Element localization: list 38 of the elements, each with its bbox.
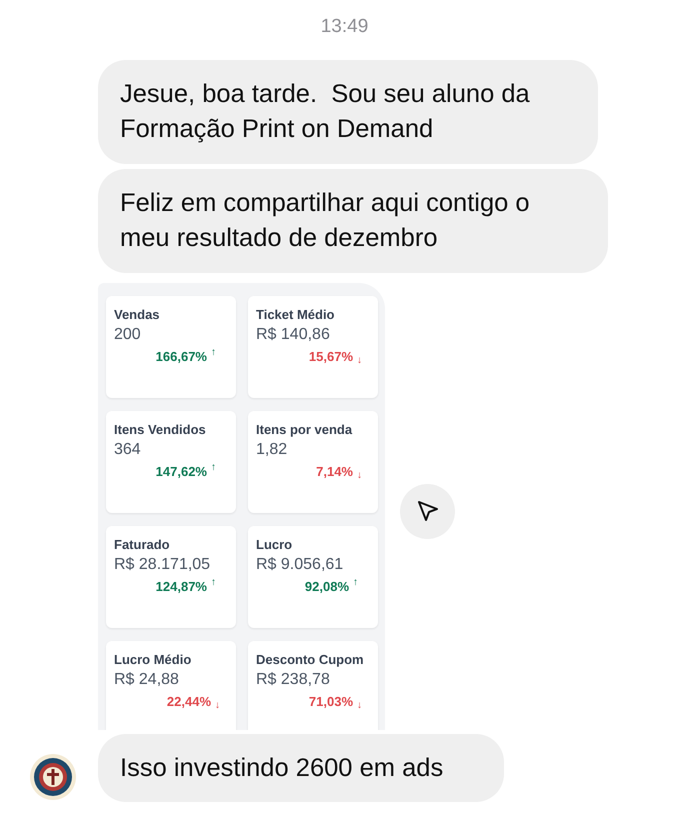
metric-value: 364 bbox=[114, 440, 142, 460]
metric-change: 147,62% bbox=[156, 462, 207, 480]
arrow-down-icon: ↓ bbox=[357, 356, 362, 366]
metric-change: 92,08% bbox=[304, 578, 349, 596]
metric-value: 1,82 bbox=[256, 440, 288, 460]
metric-value: R$ 140,86 bbox=[256, 324, 331, 344]
metric-value: R$ 9.056,61 bbox=[256, 554, 344, 574]
metric-value: 200 bbox=[114, 324, 142, 344]
metric-change: 7,14% bbox=[316, 462, 353, 480]
avatar-icon bbox=[30, 754, 76, 800]
metric-label: Ticket Médio bbox=[256, 306, 336, 324]
timestamp: 13:49 bbox=[320, 15, 368, 39]
metric-value: R$ 24,88 bbox=[114, 670, 180, 690]
metric-change: 22,44% bbox=[166, 692, 211, 710]
metric-label: Faturado bbox=[114, 536, 171, 554]
metric-label: Lucro bbox=[256, 536, 294, 554]
arrow-down-icon: ↓ bbox=[357, 470, 362, 480]
metric-change: 71,03% bbox=[308, 692, 353, 710]
metric-label: Itens por venda bbox=[256, 420, 354, 438]
arrow-up-icon: ↑ bbox=[211, 578, 216, 588]
metric-label: Itens Vendidos bbox=[114, 420, 207, 438]
metric-change: 166,67% bbox=[156, 348, 207, 366]
metric-change: 124,87% bbox=[156, 578, 207, 596]
metric-value: R$ 238,78 bbox=[256, 670, 331, 690]
arrow-up-icon: ↑ bbox=[211, 462, 216, 472]
arrow-up-icon: ↑ bbox=[353, 578, 358, 588]
send-icon bbox=[416, 499, 440, 523]
message-bubble: Isso investindo 2600 em ads bbox=[98, 734, 504, 802]
arrow-up-icon: ↑ bbox=[211, 348, 216, 358]
arrow-down-icon: ↓ bbox=[215, 700, 220, 710]
message-bubble: Jesue, boa tarde. Sou seu aluno da Formação Print on Demand bbox=[98, 60, 598, 164]
arrow-down-icon: ↓ bbox=[357, 700, 362, 710]
metric-label: Desconto Cupom bbox=[256, 650, 365, 668]
metric-change: 15,67% bbox=[308, 348, 353, 366]
metric-label: Lucro Médio bbox=[114, 650, 192, 668]
message-bubble: Feliz em compartilhar aqui contigo o meu resultado de dezembro bbox=[98, 168, 608, 272]
metric-label: Vendas bbox=[114, 306, 161, 324]
metric-value: R$ 28.171,05 bbox=[114, 554, 212, 574]
